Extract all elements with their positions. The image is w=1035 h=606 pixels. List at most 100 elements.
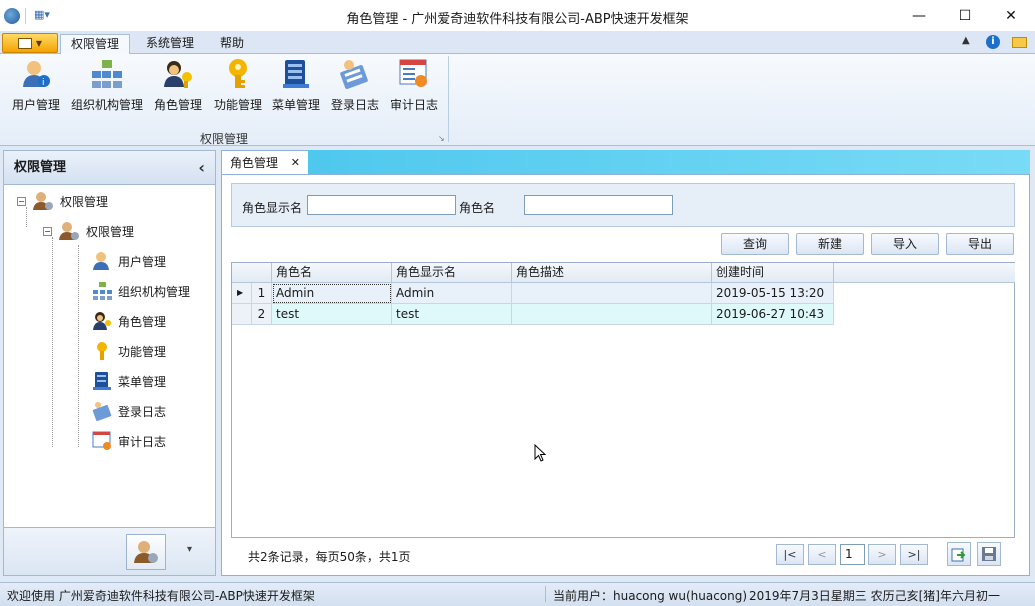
tab-permission[interactable]: 权限管理: [60, 34, 131, 54]
nav-group-button[interactable]: [126, 534, 166, 570]
admin-gear-icon: [59, 222, 79, 240]
collapse-icon[interactable]: −: [43, 226, 52, 236]
last-page-button[interactable]: >|: [900, 544, 928, 565]
mouse-cursor-icon: [534, 444, 547, 462]
tree-item-label: 菜单管理: [118, 374, 167, 389]
cell-created-time[interactable]: 2019-05-15 13:20: [712, 283, 834, 304]
close-tab-icon[interactable]: ✕: [291, 156, 300, 169]
column-header[interactable]: 角色描述: [512, 263, 712, 283]
role-icon: [162, 58, 194, 90]
pager-bar: 共2条记录，每页50条，共1页 |< < 1 > >|: [231, 540, 1015, 570]
tree-item-login-log[interactable]: 登录日志: [92, 398, 166, 424]
ribbon-role-button[interactable]: 角色管理: [152, 58, 204, 122]
tree-item-role[interactable]: 角色管理: [92, 308, 166, 334]
cell-display-name[interactable]: Admin: [392, 283, 512, 304]
import-button[interactable]: 导入: [871, 233, 939, 255]
export-button[interactable]: 导出: [946, 233, 1014, 255]
ribbon-audit-log-button[interactable]: 审计日志: [388, 58, 440, 122]
ribbon-user-button[interactable]: i 用户管理: [10, 58, 62, 122]
mail-icon[interactable]: [1012, 37, 1027, 48]
chevron-down-icon: ▼: [35, 38, 43, 48]
next-page-button[interactable]: >: [868, 544, 896, 565]
cell-created-time[interactable]: 2019-06-27 10:43: [712, 304, 834, 325]
page-number-input[interactable]: 1: [840, 544, 865, 565]
role-icon: [93, 312, 111, 330]
tree-item-user[interactable]: 用户管理: [92, 248, 166, 274]
tab-system[interactable]: 系统管理: [136, 34, 204, 54]
query-button[interactable]: 查询: [721, 233, 789, 255]
status-date: 2019年7月3日星期三 农历己亥[猪]年六月初一: [749, 589, 1000, 603]
tree-node-child[interactable]: − 权限管理: [43, 218, 134, 244]
tree-item-audit-log[interactable]: 审计日志: [92, 428, 166, 454]
tree-item-label: 登录日志: [118, 404, 167, 419]
left-panel-footer: ▾: [4, 527, 215, 575]
cell-display-name[interactable]: test: [392, 304, 512, 325]
ribbon-group-label: 权限管理: [199, 132, 248, 146]
column-header[interactable]: 角色名: [272, 263, 392, 283]
maximize-button[interactable]: ☐: [942, 0, 988, 32]
tree-item-label: 功能管理: [118, 344, 167, 359]
tree-item-org[interactable]: 组织机构管理: [92, 278, 190, 304]
ribbon-menu-button[interactable]: 菜单管理: [270, 58, 322, 122]
column-header-filler: [834, 263, 1015, 283]
prev-page-button[interactable]: <: [808, 544, 836, 565]
status-welcome: 欢迎使用 广州爱奇迪软件科技有限公司-ABP快速开发框架: [7, 589, 315, 603]
nav-dropdown-icon[interactable]: ▾: [187, 544, 192, 555]
ribbon-function-label: 功能管理: [213, 98, 262, 112]
save-layout-button[interactable]: [977, 542, 1001, 566]
export-excel-button[interactable]: [947, 542, 971, 566]
tree-item-function[interactable]: 功能管理: [92, 338, 166, 364]
info-icon[interactable]: i: [986, 35, 1000, 49]
ribbon-org-label: 组织机构管理: [70, 98, 143, 112]
new-button[interactable]: 新建: [796, 233, 864, 255]
pager-summary: 共2条记录，每页50条，共1页: [248, 550, 411, 564]
collapse-icon[interactable]: −: [17, 196, 26, 206]
cell-description[interactable]: [512, 283, 712, 304]
tree-line: [78, 245, 79, 447]
left-panel-title: 权限管理: [14, 160, 67, 175]
user-icon: i: [20, 58, 52, 90]
menu-icon: [280, 58, 312, 90]
tree-item-menu[interactable]: 菜单管理: [92, 368, 166, 394]
login-log-icon: [92, 402, 112, 421]
status-current-user: 当前用户：huacong wu(huacong): [553, 589, 748, 603]
role-display-name-label: 角色显示名: [242, 201, 303, 215]
ribbon-minimize-icon[interactable]: ▲: [962, 35, 970, 46]
document-tab[interactable]: 角色管理 ✕: [221, 150, 309, 174]
collapse-panel-icon[interactable]: ‹: [198, 151, 205, 185]
title-bar: ▦▾ 角色管理 - 广州爱奇迪软件科技有限公司-ABP快速开发框架 — ☐ ✕: [0, 0, 1035, 32]
status-bar: 欢迎使用 广州爱奇迪软件科技有限公司-ABP快速开发框架 当前用户：huacon…: [0, 582, 1035, 606]
role-display-name-input[interactable]: [307, 195, 456, 215]
cell-description[interactable]: [512, 304, 712, 325]
column-header[interactable]: 角色显示名: [392, 263, 512, 283]
first-page-button[interactable]: |<: [776, 544, 804, 565]
ribbon-function-button[interactable]: 功能管理: [212, 58, 264, 122]
ribbon-login-log-button[interactable]: 登录日志: [329, 58, 381, 122]
window-title: 角色管理 - 广州爱奇迪软件科技有限公司-ABP快速开发框架: [346, 12, 689, 27]
audit-log-icon: [398, 58, 430, 90]
tree-line: [52, 237, 53, 447]
menu-icon: [93, 372, 111, 390]
ribbon-audit-log-label: 审计日志: [389, 98, 438, 112]
ribbon-group-separator: [448, 56, 449, 142]
org-chart-icon: [93, 282, 112, 300]
left-panel-header: 权限管理 ‹: [4, 151, 215, 185]
close-button[interactable]: ✕: [988, 0, 1034, 32]
export-icon: [951, 548, 966, 562]
tree-item-label: 用户管理: [118, 254, 167, 269]
ribbon-org-button[interactable]: 组织机构管理: [69, 58, 145, 122]
column-header[interactable]: 创建时间: [712, 263, 834, 283]
ribbon-tab-bar: ▼ 权限管理 系统管理 帮助 ▲ i: [0, 32, 1035, 54]
cell-role-name[interactable]: Admin: [272, 283, 392, 304]
row-number: 1: [252, 283, 272, 304]
tab-help[interactable]: 帮助: [210, 34, 254, 54]
tree-node-root[interactable]: − 权限管理: [17, 188, 108, 214]
minimize-button[interactable]: —: [896, 0, 942, 32]
role-name-input[interactable]: [524, 195, 673, 215]
file-menu-button[interactable]: ▼: [2, 33, 58, 53]
ribbon-menu-label: 菜单管理: [271, 98, 320, 112]
cell-role-name[interactable]: test: [272, 304, 392, 325]
admin-gear-icon: [33, 192, 53, 210]
group-expand-icon[interactable]: ↘: [438, 134, 445, 143]
tree-item-label: 角色管理: [118, 314, 167, 329]
